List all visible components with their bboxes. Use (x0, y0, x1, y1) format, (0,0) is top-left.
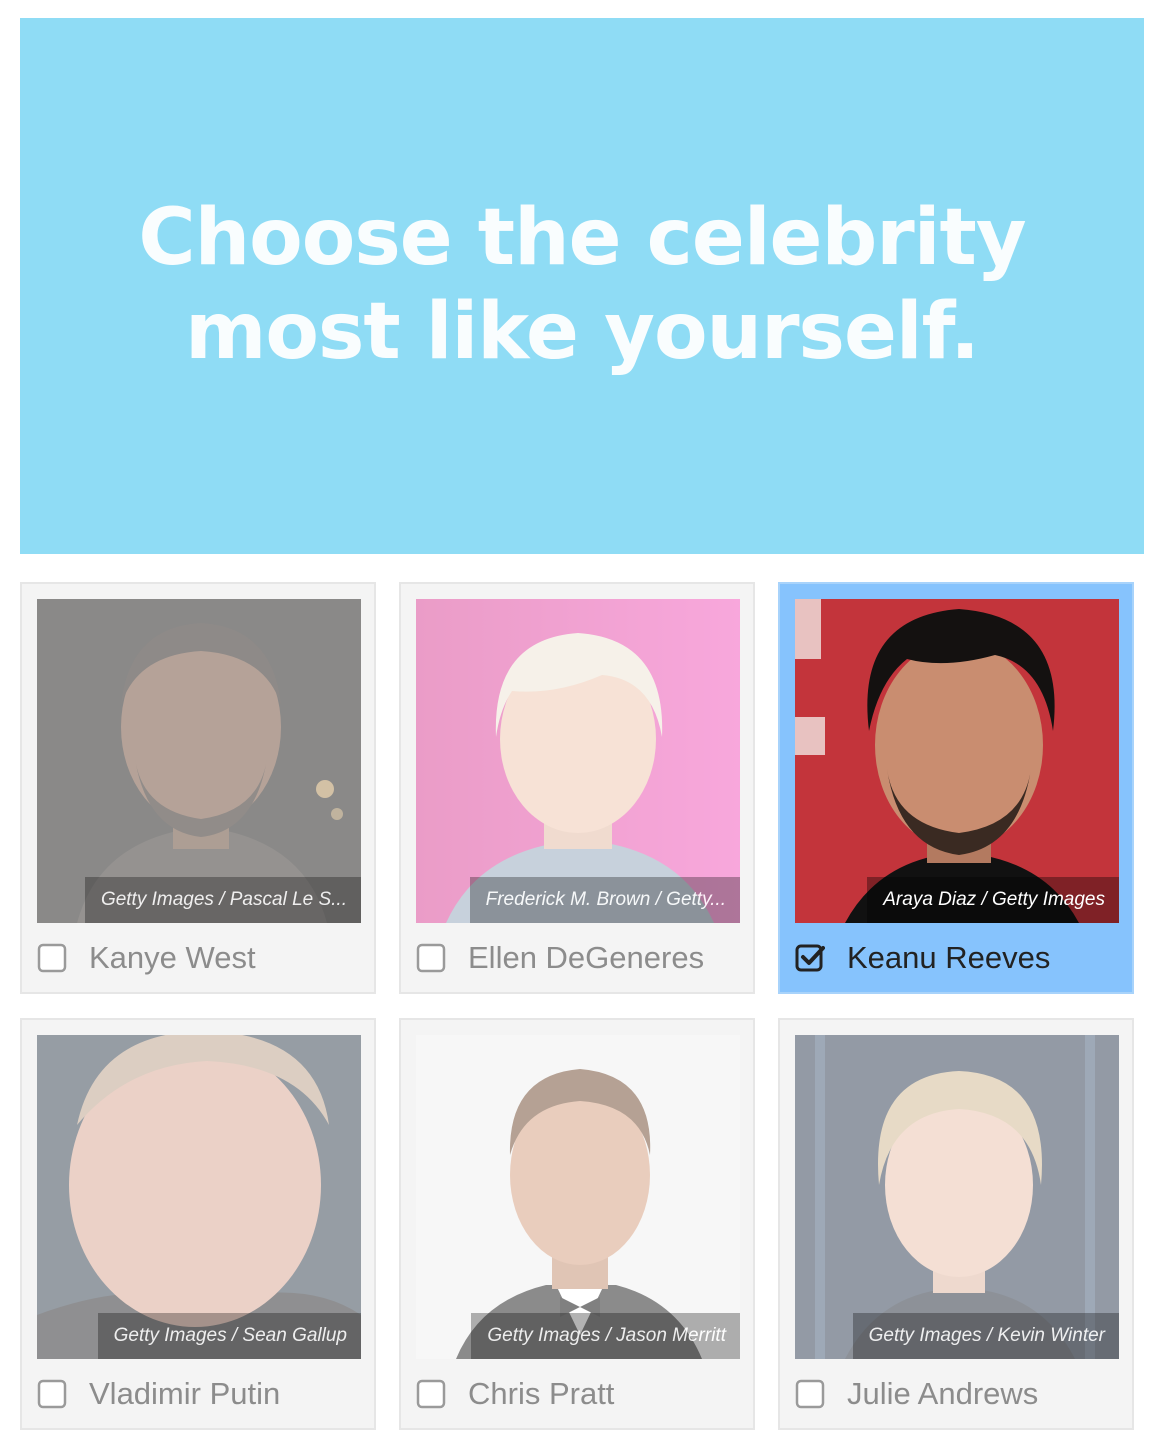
unchecked-box-icon[interactable] (37, 943, 67, 973)
option-card-vladimir-putin[interactable]: Getty Images / Sean Gallup Vladimir Puti… (20, 1018, 376, 1430)
photo-credit: Getty Images / Sean Gallup (97, 1313, 361, 1359)
option-name: Keanu Reeves (847, 940, 1051, 975)
unchecked-box-icon[interactable] (416, 943, 446, 973)
unchecked-box-icon[interactable] (416, 1379, 446, 1409)
option-card-keanu-reeves[interactable]: Araya Diaz / Getty Images Keanu Reeves (778, 582, 1134, 994)
celebrity-photo: Getty Images / Kevin Winter (795, 1035, 1119, 1359)
unchecked-box-icon[interactable] (795, 1379, 825, 1409)
option-card-ellen-degeneres[interactable]: Frederick M. Brown / Getty... Ellen DeGe… (399, 582, 755, 994)
photo-credit: Getty Images / Kevin Winter (852, 1313, 1119, 1359)
option-name: Kanye West (89, 940, 256, 975)
checked-box-icon[interactable] (795, 943, 825, 973)
option-name: Ellen DeGeneres (468, 940, 705, 975)
option-card-julie-andrews[interactable]: Getty Images / Kevin Winter Julie Andrew… (778, 1018, 1134, 1430)
celebrity-photo: Getty Images / Sean Gallup (37, 1035, 361, 1359)
question-title: Choose the celebrity most like yourself. (138, 193, 1026, 377)
celebrity-photo: Getty Images / Pascal Le S... (37, 599, 361, 923)
photo-credit: Frederick M. Brown / Getty... (469, 877, 740, 923)
celebrity-photo: Getty Images / Jason Merritt (416, 1035, 740, 1359)
option-name: Chris Pratt (468, 1376, 615, 1411)
option-card-kanye-west[interactable]: Getty Images / Pascal Le S... Kanye West (20, 582, 376, 994)
celebrity-photo: Araya Diaz / Getty Images (795, 599, 1119, 923)
option-name: Vladimir Putin (89, 1376, 281, 1411)
option-card-chris-pratt[interactable]: Getty Images / Jason Merritt Chris Pratt (399, 1018, 755, 1430)
photo-credit: Getty Images / Pascal Le S... (84, 877, 361, 923)
option-name: Julie Andrews (847, 1376, 1039, 1411)
celebrity-photo: Frederick M. Brown / Getty... (416, 599, 740, 923)
photo-credit: Araya Diaz / Getty Images (867, 877, 1119, 923)
question-banner: Choose the celebrity most like yourself. (20, 18, 1144, 554)
photo-credit: Getty Images / Jason Merritt (471, 1313, 740, 1359)
unchecked-box-icon[interactable] (37, 1379, 67, 1409)
